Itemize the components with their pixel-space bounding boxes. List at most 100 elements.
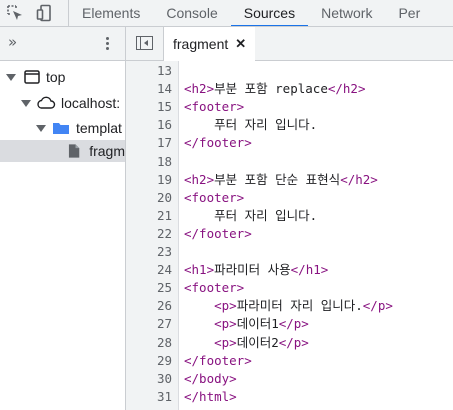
line-number[interactable]: 27 [126,315,172,333]
tab-performance[interactable]: Per [385,0,433,26]
file-tab-label: fragment [173,36,229,52]
code-area[interactable]: 13 14 <h2>부분 포함 replace</h2> 15 <footer> 16 푸… [126,61,453,410]
tab-console[interactable]: Console [153,0,230,26]
code-line[interactable]: 14 <h2>부분 포함 replace</h2> [126,80,453,98]
code-line[interactable]: 23 [126,243,453,261]
expand-arrow-icon[interactable] [21,99,31,107]
code-line[interactable]: 25 <footer> [126,279,453,297]
tab-network[interactable]: Network [308,0,385,26]
text-token: 부분 포함 단순 표현식 [214,171,341,187]
file-tab-fragment[interactable]: fragment ✕ [164,27,256,61]
code-line[interactable]: 21 푸터 자리 입니다. [126,207,453,225]
expand-arrow-icon[interactable] [36,124,46,132]
line-number[interactable]: 22 [126,225,172,243]
html-tag-token: <h2> [184,171,215,187]
tab-elements[interactable]: Elements [69,0,153,26]
source-editor: fragment ✕ 13 14 <h2>부분 포함 replace</h2> 15 <… [126,27,453,410]
tree-item-fragment[interactable]: fragm [0,140,125,162]
line-number[interactable]: 29 [126,352,172,370]
line-number[interactable]: 30 [126,370,172,388]
line-number[interactable]: 17 [126,134,172,152]
html-tag-token: <h1> [184,262,215,278]
html-tag-token: </p> [278,316,309,332]
device-toolbar-icon[interactable] [30,0,60,26]
navigator-header: » [0,27,125,61]
window-icon [24,70,40,84]
line-number[interactable]: 20 [126,189,172,207]
code-text: <h2>부분 포함 단순 표현식</h2> [184,171,378,189]
tree-item-localhost[interactable]: localhost: [0,92,125,114]
kebab-menu-icon[interactable] [99,35,115,53]
code-text: <h2>부분 포함 replace</h2> [184,80,365,98]
tab-sources[interactable]: Sources [230,0,309,26]
code-text: <h1>파라미터 사용</h1> [184,261,328,279]
code-text: <footer> [184,98,244,116]
code-line[interactable]: 31 </html> [126,388,453,406]
line-number[interactable]: 19 [126,171,172,189]
html-tag-token: <p> [214,334,237,350]
line-number[interactable]: 26 [126,297,172,315]
code-text: </body> [184,370,237,388]
tree-item-label: templat [76,120,122,136]
code-line[interactable]: 16 푸터 자리 입니다. [126,116,453,134]
more-tabs-icon[interactable]: » [8,33,17,51]
tree-item-top[interactable]: top [0,66,125,88]
html-tag-token: </h2> [340,171,378,187]
main-toolbar: Elements Console Sources Network Per [0,0,453,27]
line-number[interactable]: 24 [126,261,172,279]
code-text: 푸터 자리 입니다. [184,207,317,225]
code-text: </footer> [184,352,252,370]
tree-item-templates[interactable]: templat [0,117,125,139]
line-number[interactable]: 16 [126,116,172,134]
folder-icon [53,123,69,134]
code-line[interactable]: 28 <p>데이터2</p> [126,334,453,352]
code-text: <footer> [184,189,244,207]
html-tag-token: </p> [362,298,393,314]
line-number[interactable]: 25 [126,279,172,297]
line-number[interactable]: 13 [126,62,172,80]
tree-item-label: fragm [89,143,125,159]
html-tag-token: <footer> [184,189,245,205]
code-line[interactable]: 19 <h2>부분 포함 단순 표현식</h2> [126,171,453,189]
code-line[interactable]: 27 <p>데이터1</p> [126,315,453,333]
line-number[interactable]: 28 [126,334,172,352]
select-element-icon[interactable] [0,0,30,26]
toggle-navigator-icon[interactable] [136,36,153,50]
text-token: 파라미터 자리 입니다. [236,298,363,314]
code-line[interactable]: 26 <p>파라미터 자리 입니다.</p> [126,297,453,315]
text-token: 데이터2 [236,334,279,350]
html-tag-token: </h1> [290,262,329,278]
code-text: <p>데이터2</p> [184,334,309,352]
line-number[interactable]: 31 [126,388,172,406]
line-number[interactable]: 15 [126,98,172,116]
code-text: </html> [184,388,237,406]
line-number[interactable]: 21 [126,207,172,225]
editor-tab-bar: fragment ✕ [126,27,453,61]
code-line[interactable]: 15 <footer> [126,98,453,116]
code-line[interactable]: 20 <footer> [126,189,453,207]
html-tag-token: <footer> [184,99,245,115]
code-line[interactable]: 29 </footer> [126,352,453,370]
code-line[interactable]: 13 [126,62,453,80]
code-line[interactable]: 24 <h1>파라미터 사용</h1> [126,261,453,279]
text-token: 푸터 자리 입니다. [184,117,318,133]
code-line[interactable]: 30 </body> [126,370,453,388]
file-navigator: » top localhost: templat fragm [0,27,126,410]
text-token: 푸터 자리 입니다. [184,207,318,223]
html-tag-token: <p> [214,316,237,332]
html-tag-token: </html> [184,388,237,404]
code-text: <p>데이터1</p> [184,315,309,333]
html-tag-token: <footer> [184,280,245,296]
code-line[interactable]: 17 </footer> [126,134,453,152]
code-line[interactable]: 18 [126,153,453,171]
line-number[interactable]: 18 [126,153,172,171]
line-number[interactable]: 14 [126,80,172,98]
code-line[interactable]: 22 </footer> [126,225,453,243]
text-token: 파라미터 사용 [214,262,291,278]
line-number[interactable]: 23 [126,243,172,261]
close-icon[interactable]: ✕ [235,36,246,52]
expand-arrow-icon[interactable] [6,73,16,81]
